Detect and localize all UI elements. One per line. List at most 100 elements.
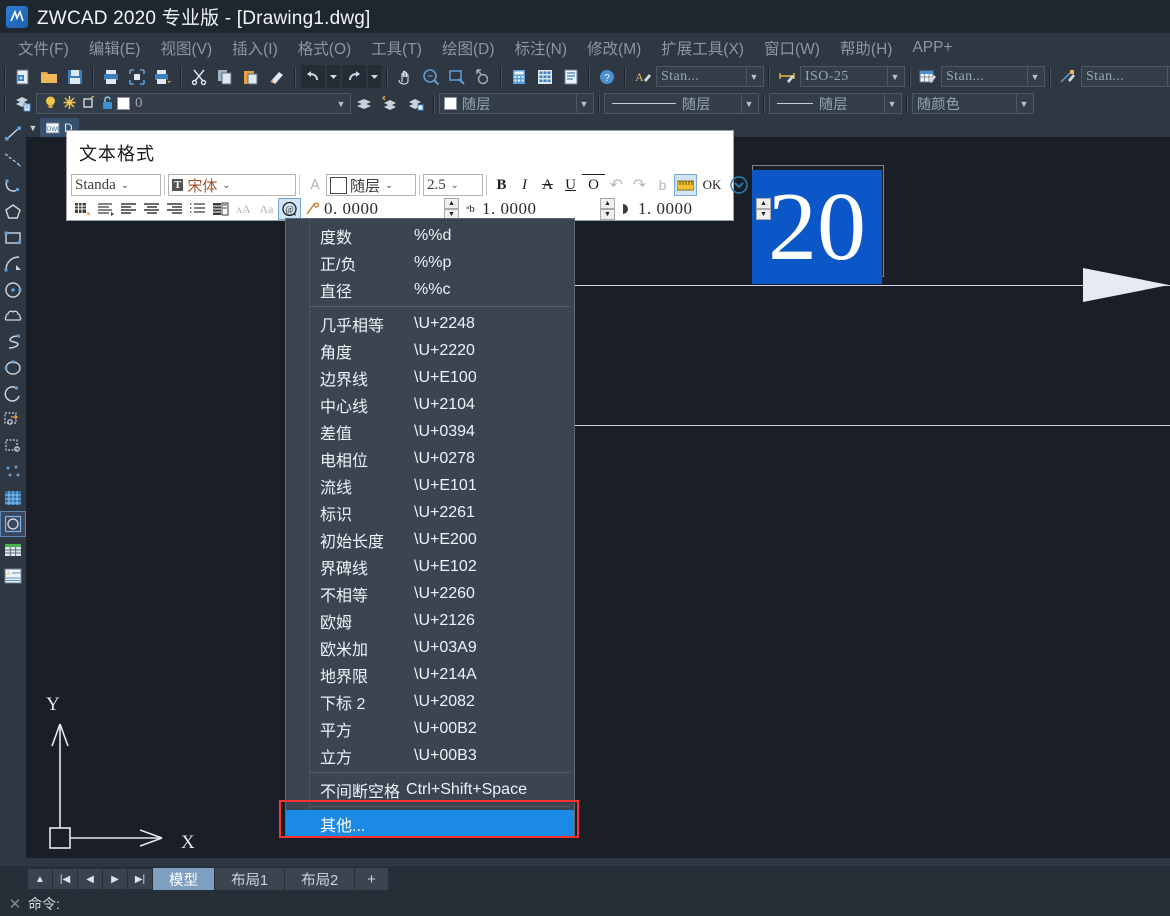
text-color-select[interactable]: 随层 ⌄ [326,174,416,196]
italic-button[interactable]: I [513,174,536,196]
align-center-icon[interactable] [140,198,163,220]
menu-tools[interactable]: 工具(T) [361,35,432,61]
command-prompt[interactable]: 命令: [28,894,60,914]
paste-icon[interactable] [239,65,263,88]
layer-states-icon[interactable] [404,92,428,115]
symbol-item-angle[interactable]: 角度 \U+2220 [286,337,574,364]
symbol-item-center-line[interactable]: 中心线 \U+2104 [286,391,574,418]
linetype-combo[interactable]: 随层 ▼ [604,93,759,114]
layer-unlock-icon[interactable] [100,95,115,113]
ellipse-icon[interactable] [1,356,25,380]
text-style-combo[interactable]: Stan... ▼ [656,66,764,87]
zoom-previous-icon[interactable] [471,65,495,88]
arc-icon[interactable] [1,252,25,276]
text-height-select[interactable]: 2.5 ⌄ [423,174,483,196]
menu-format[interactable]: 格式(O) [288,35,361,61]
symbol-item-plusminus[interactable]: 正/负 %%p [286,249,574,276]
undo-icon[interactable] [301,65,325,88]
help-icon[interactable]: ? [595,65,619,88]
symbol-dropdown-menu[interactable]: 度数 %%d 正/负 %%p 直径 %%c 几乎相等 \U+2248 角度 \U… [285,218,575,838]
ok-button[interactable]: OK [697,174,727,196]
print-preview-icon[interactable] [125,65,149,88]
stack-button[interactable]: b [651,174,674,196]
insert-symbol-button[interactable]: @ [278,198,301,220]
hatch-icon[interactable] [1,486,25,510]
new-file-icon[interactable] [11,65,35,88]
columns-icon[interactable] [71,198,94,220]
menu-modify[interactable]: 修改(M) [577,35,651,61]
redo-icon[interactable] [342,65,366,88]
add-layout-button[interactable]: + [355,868,388,890]
polyline-icon[interactable] [1,174,25,198]
symbol-item-boundary-line[interactable]: 边界线 \U+E100 [286,364,574,391]
symbol-item-property-line[interactable]: 地界限 \U+214A [286,661,574,688]
numbering-icon[interactable] [186,198,209,220]
chevron-down-icon[interactable]: ▼ [888,72,902,82]
layer-previous-icon[interactable] [352,92,376,115]
line-icon[interactable] [1,122,25,146]
font-select[interactable]: T 宋体 ⌄ [168,174,296,196]
zoom-window-icon[interactable] [445,65,469,88]
symbol-item-diameter[interactable]: 直径 %%c [286,276,574,303]
overline-button[interactable]: O [582,174,605,196]
symbol-item-cubed[interactable]: 立方 \U+00B3 [286,742,574,769]
selected-text-20[interactable]: 20 [752,170,882,284]
uppercase-icon[interactable]: ᴀA [232,198,255,220]
design-center-icon[interactable] [533,65,557,88]
layout-first-button[interactable]: |◀ [53,869,77,889]
menu-file[interactable]: 文件(F) [8,35,79,61]
stepper-down-icon[interactable]: ▼ [600,209,615,220]
drawing-canvas[interactable]: 20 Y X [26,137,1170,858]
redo-button[interactable]: ↷ [628,174,651,196]
dim-style-icon[interactable] [775,65,799,88]
symbol-item-almost-equal[interactable]: 几乎相等 \U+2248 [286,310,574,337]
align-right-icon[interactable] [163,198,186,220]
menu-window[interactable]: 窗口(W) [754,35,830,61]
menu-insert[interactable]: 插入(I) [222,35,288,61]
save-file-icon[interactable] [63,65,87,88]
table-style-combo[interactable]: Stan... ▼ [941,66,1045,87]
symbol-item-electrical-phase[interactable]: 电相位 \U+0278 [286,445,574,472]
layout-prev-button[interactable]: ◀ [78,869,102,889]
symbol-item-not-equal[interactable]: 不相等 \U+2260 [286,580,574,607]
menu-help[interactable]: 帮助(H) [830,35,903,61]
table-icon[interactable] [1,538,25,562]
text-style-icon[interactable]: A [631,65,655,88]
rectangle-icon[interactable] [1,226,25,250]
chevron-down-icon[interactable]: ⌄ [119,180,131,191]
layer-manager-icon[interactable] [11,92,35,115]
tracking-stepper[interactable]: ▲▼ [600,198,615,220]
chevron-down-icon[interactable]: ⌄ [383,180,395,191]
copy-icon[interactable] [213,65,237,88]
menu-express[interactable]: 扩展工具(X) [651,35,754,61]
layout-last-button[interactable]: ▶| [128,869,152,889]
chevron-down-icon[interactable]: ▼ [1028,72,1042,82]
plot-icon[interactable] [151,65,175,88]
menu-view[interactable]: 视图(V) [150,35,222,61]
annotative-icon[interactable] [303,174,326,196]
symbol-item-monument-line[interactable]: 界碑线 \U+E102 [286,553,574,580]
tab-layout2[interactable]: 布局2 [285,868,354,890]
chevron-down-icon[interactable]: ▼ [334,99,348,109]
symbol-item-flow-line[interactable]: 流线 \U+E101 [286,472,574,499]
symbol-item-subscript-2[interactable]: 下标 2 \U+2082 [286,688,574,715]
dim-style-combo[interactable]: ISO-25 ▼ [800,66,905,87]
calculator-icon[interactable] [507,65,531,88]
redo-dropdown-icon[interactable] [368,65,381,88]
table-style-icon[interactable] [916,65,940,88]
circle-icon[interactable] [1,278,25,302]
close-icon[interactable]: ✕ [6,895,24,913]
lineweight-combo[interactable]: 随层 ▼ [769,93,902,114]
underline-button[interactable]: U [559,174,582,196]
make-block-icon[interactable] [1,434,25,458]
ellipse-arc-icon[interactable] [1,382,25,406]
polygon-icon[interactable] [1,200,25,224]
multiline-text-icon[interactable]: A [1,564,25,588]
symbol-item-initial-length[interactable]: 初始长度 \U+E200 [286,526,574,553]
chevron-down-icon[interactable]: ▼ [577,99,591,109]
text-style-select[interactable]: Standa ⌄ [71,174,161,196]
align-multiline-icon[interactable] [94,198,117,220]
insert-block-icon[interactable] [1,408,25,432]
cut-icon[interactable] [187,65,211,88]
strikethrough-button[interactable]: A [536,174,559,196]
